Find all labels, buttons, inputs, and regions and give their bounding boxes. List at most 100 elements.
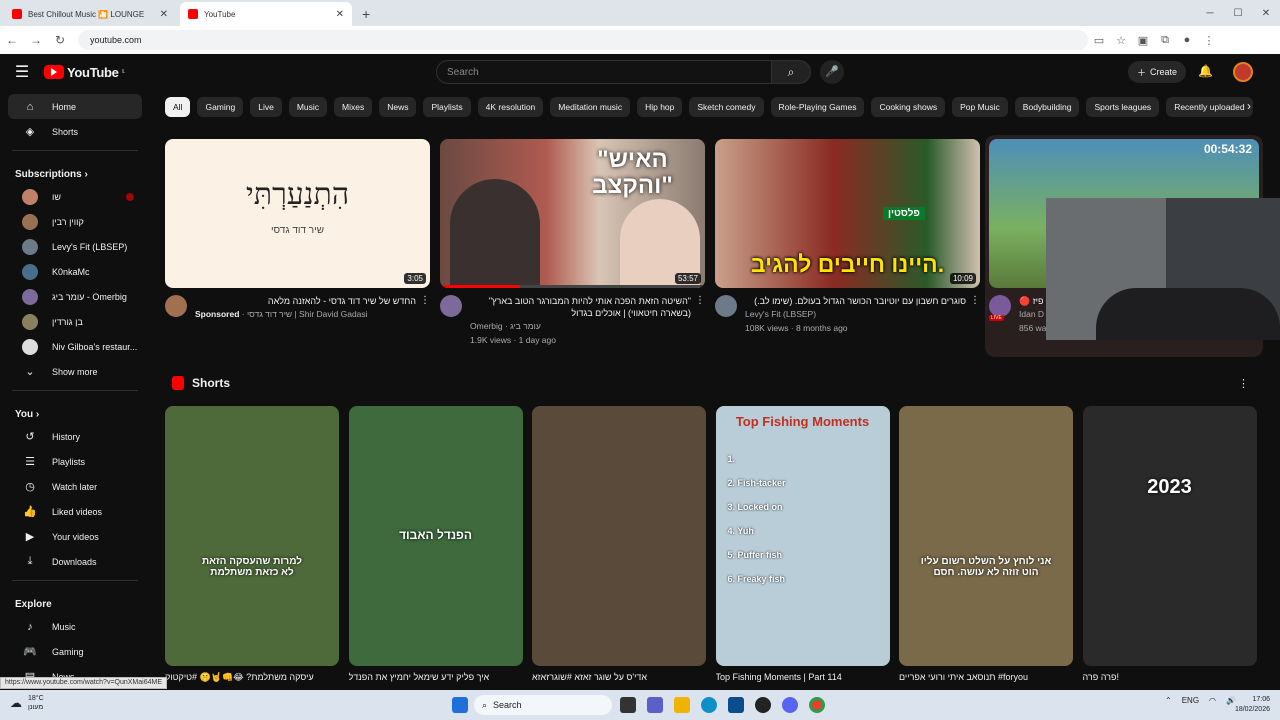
youtube-logo[interactable]: YouTube IL: [44, 65, 125, 80]
you-heading[interactable]: You ›: [0, 397, 150, 424]
clock[interactable]: 17:06 18/02/2026: [1235, 695, 1270, 715]
search-input[interactable]: Search: [436, 60, 772, 84]
filter-chip[interactable]: Gaming: [197, 97, 244, 117]
filter-chip[interactable]: Role-Playing Games: [770, 97, 865, 117]
short-title[interactable]: עיסקה משתלמת? 😂👊🤘🤫 #טיקטוק: [165, 672, 315, 683]
sidebar-item-subscription[interactable]: K0nkaMc: [8, 259, 142, 284]
sidebar-item-subscription[interactable]: בן גורדין: [8, 309, 142, 334]
channel-avatar[interactable]: LIVE: [989, 295, 1011, 321]
sidebar-item-gaming[interactable]: 🎮 Gaming: [8, 639, 142, 664]
browser-menu-icon[interactable]: ⋮: [1198, 34, 1220, 47]
more-options-icon[interactable]: ⋮: [970, 295, 980, 335]
filter-chip[interactable]: Sports leagues: [1086, 97, 1160, 117]
notifications-bell-icon[interactable]: 🔔: [1198, 64, 1213, 78]
back-icon[interactable]: ←: [0, 33, 24, 47]
sidebar-item-music[interactable]: ♪ Music: [8, 614, 142, 639]
video-title[interactable]: "השיטה הזאת הפכה אותי להיות המבורגר הטוב…: [470, 295, 691, 307]
short-thumbnail[interactable]: [532, 406, 706, 666]
short-thumbnail[interactable]: אני לוחץ על השלט רשום עליו הוט זוזה לא ע…: [899, 406, 1073, 666]
filter-chip[interactable]: 4K resolution: [477, 97, 544, 117]
short-card[interactable]: הפנדל האבוד איך פליק ידע שימאל יחמיץ את ה…: [348, 406, 523, 702]
wifi-icon[interactable]: ◠: [1209, 696, 1216, 705]
shorts-more-options-icon[interactable]: ⋮: [1238, 377, 1249, 390]
video-title-line2[interactable]: (בשארה חיטאווי) | אוכלים בגדול: [470, 307, 691, 319]
channel-avatar[interactable]: [715, 295, 737, 317]
short-thumbnail[interactable]: הפנדל האבוד: [348, 406, 523, 666]
filter-chip[interactable]: Meditation music: [550, 97, 631, 117]
video-card[interactable]: "האיש והקצב" 53:57 "השיטה הזאת הפכה אותי…: [440, 139, 705, 347]
video-title[interactable]: סוגרים חשבון עם יוטיובר הכושר הגדול בעול…: [745, 295, 966, 307]
filter-chip[interactable]: Pop Music: [952, 97, 1008, 117]
sidebar-item-subscription[interactable]: Levy's Fit (LBSEP): [8, 234, 142, 259]
forward-icon[interactable]: →: [24, 33, 48, 47]
short-title[interactable]: אדי'ס על שוגר זאזא #שוגרזאזא: [532, 672, 682, 682]
maximize-icon[interactable]: ☐: [1224, 8, 1252, 19]
filter-chip[interactable]: Hip hop: [637, 97, 683, 117]
show-more-button[interactable]: ⌄ Show more: [8, 359, 142, 384]
sidebar-item-shorts[interactable]: ◈ Shorts: [8, 119, 142, 144]
cast-icon[interactable]: ▭: [1088, 34, 1110, 47]
create-button[interactable]: ＋ Create: [1128, 61, 1186, 83]
sidebar-item-subscription[interactable]: שו: [8, 184, 142, 209]
teams-icon[interactable]: [647, 697, 663, 713]
close-tab-icon[interactable]: ✕: [336, 9, 344, 20]
filter-chip[interactable]: Live: [250, 97, 282, 117]
sidebar-item-watch-later[interactable]: ◷ Watch later: [8, 474, 142, 499]
taskbar-search[interactable]: ⌕ Search: [474, 695, 612, 715]
short-title[interactable]: תנוסאב איתי ורועי אפריים #foryou: [899, 672, 1049, 682]
sidebar-item-subscription[interactable]: קווין רבין: [8, 209, 142, 234]
filter-chip[interactable]: Recently uploaded: [1166, 97, 1253, 117]
short-title[interactable]: איך פליק ידע שימאל יחמיץ את הפנדל: [349, 672, 499, 682]
filter-chip[interactable]: Music: [288, 97, 328, 117]
video-thumbnail[interactable]: פלסטין היינו חייבים להגיב. 10:09: [715, 139, 980, 288]
chevron-right-icon[interactable]: ›: [1247, 99, 1251, 113]
filter-chip[interactable]: News: [379, 97, 417, 117]
short-card[interactable]: 2023פרה פרה!⋮: [1082, 406, 1257, 702]
filter-chip[interactable]: Mixes: [334, 97, 373, 117]
account-avatar[interactable]: [1233, 62, 1253, 82]
search-button[interactable]: ⌕: [771, 60, 811, 84]
close-window-icon[interactable]: ✕: [1252, 8, 1280, 19]
extensions-puzzle-icon[interactable]: ⧉: [1154, 34, 1176, 47]
extension-icon[interactable]: ▣: [1132, 34, 1154, 47]
filter-chip[interactable]: All: [165, 97, 191, 117]
sidebar-item-downloads[interactable]: ⤓ Downloads: [8, 549, 142, 574]
filter-chip[interactable]: Cooking shows: [871, 97, 946, 117]
voice-search-button[interactable]: 🎤: [820, 60, 844, 84]
new-tab-icon[interactable]: +: [362, 6, 370, 22]
browser-tab-youtube[interactable]: YouTube ✕: [180, 2, 352, 26]
short-title[interactable]: פרה פרה!: [1083, 672, 1233, 682]
subscriptions-heading[interactable]: Subscriptions ›: [0, 157, 150, 184]
video-thumbnail[interactable]: "האיש והקצב" 53:57: [440, 139, 705, 288]
short-thumbnail[interactable]: Top Fishing Moments 1. 2. Fish-tacker 3. Lo…: [715, 406, 890, 666]
close-tab-icon[interactable]: ✕: [160, 9, 168, 20]
browser-tab-music[interactable]: Best Chillout Music 🎦 LOUNGE ✕: [4, 2, 176, 26]
tray-chevron-icon[interactable]: ⌃: [1165, 696, 1172, 705]
video-title[interactable]: החדש של שיר דוד גדסי - להאזנה מלאה: [195, 295, 416, 307]
store-icon[interactable]: [728, 697, 744, 713]
filter-chip[interactable]: Playlists: [423, 97, 471, 117]
video-card[interactable]: פלסטין היינו חייבים להגיב. 10:09 סוגרים …: [715, 139, 980, 335]
more-options-icon[interactable]: ⋮: [695, 295, 705, 347]
short-card[interactable]: אדי'ס על שוגר זאזא #שוגרזאזא⋮: [532, 406, 706, 702]
short-title[interactable]: Top Fishing Moments | Part 114: [716, 672, 866, 682]
sidebar-item-subscription[interactable]: עומר ביג - Omerbig: [8, 284, 142, 309]
sidebar-item-home[interactable]: ⌂ Home: [8, 94, 142, 119]
minimize-icon[interactable]: ─: [1196, 8, 1224, 19]
url-field[interactable]: youtube.com: [78, 30, 1088, 50]
task-view-icon[interactable]: [620, 697, 636, 713]
language-indicator[interactable]: ENG: [1182, 696, 1199, 705]
channel-avatar[interactable]: [440, 295, 462, 317]
short-card[interactable]: אני לוחץ על השלט רשום עליו הוט זוזה לא ע…: [899, 406, 1073, 702]
edge-icon[interactable]: [701, 697, 717, 713]
filter-chip[interactable]: Bodybuilding: [1014, 97, 1080, 117]
short-card[interactable]: למרות שהעסקה הזאת לא כזאת משתלמת עיסקה מש…: [165, 406, 339, 703]
bookmark-star-icon[interactable]: ☆: [1110, 34, 1132, 47]
app-icon[interactable]: [755, 697, 771, 713]
sidebar-item-subscription[interactable]: Niv Gilboa's restaur...: [8, 334, 142, 359]
sidebar-item-history[interactable]: ↺ History: [8, 424, 142, 449]
video-thumbnail[interactable]: הִתְנַעַרְתִּי שיר דוד גדסי 3:05: [165, 139, 430, 288]
short-thumbnail[interactable]: למרות שהעסקה הזאת לא כזאת משתלמת: [165, 406, 339, 666]
more-options-icon[interactable]: ⋮: [420, 295, 430, 321]
chrome-icon[interactable]: [809, 697, 825, 713]
